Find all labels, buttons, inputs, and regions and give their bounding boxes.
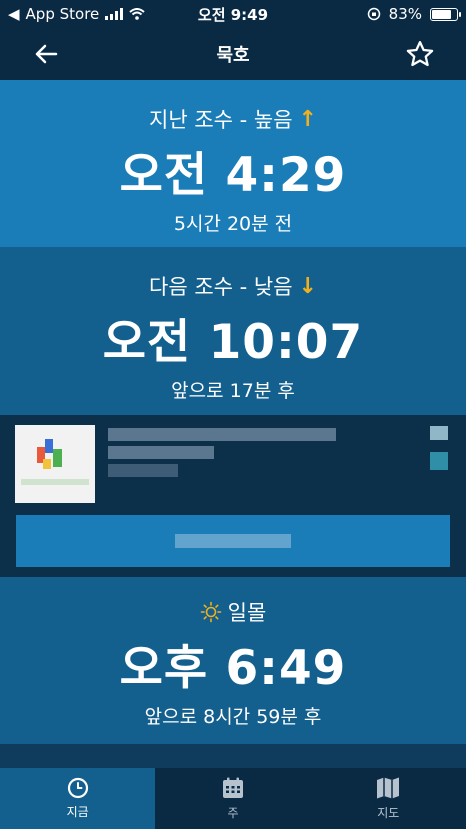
next-tide-label: 다음 조수 - 낮음 <box>149 275 293 299</box>
next-tide-panel: 다음 조수 - 낮음 ↓ 오전 10:07 앞으로 17분 후 <box>0 247 466 415</box>
nav-bar: 묵호 <box>0 28 466 80</box>
last-tide-relative: 5시간 20분 전 <box>173 213 293 235</box>
tab-map-label: 지도 <box>377 806 400 820</box>
last-tide-panel: 지난 조수 - 높음 ↑ 오전 4:29 5시간 20분 전 <box>0 80 466 247</box>
status-bar: ◀ App Store 오전 9:49 83% <box>0 0 466 28</box>
back-caret-icon[interactable]: ◀ <box>8 5 20 23</box>
sunset-time: 오후 6:49 <box>119 641 347 696</box>
sun-icon <box>200 601 221 623</box>
back-button[interactable] <box>26 34 66 74</box>
content-divider <box>0 744 466 768</box>
ad-cta-button[interactable] <box>16 515 450 567</box>
last-tide-label: 지난 조수 - 높음 <box>149 108 293 132</box>
last-tide-time: 오전 4:29 <box>119 148 347 203</box>
next-tide-time: 오전 10:07 <box>102 315 364 370</box>
status-time: 오전 9:49 <box>197 5 269 24</box>
back-app-label[interactable]: App Store <box>26 5 100 23</box>
page-title: 묵호 <box>216 45 250 66</box>
wifi-icon <box>129 8 145 20</box>
next-tide-relative: 앞으로 17분 후 <box>171 380 295 402</box>
sunset-relative: 앞으로 8시간 59분 후 <box>144 706 322 728</box>
arrow-down-icon: ↓ <box>298 273 317 299</box>
tab-map[interactable]: 지도 <box>311 768 466 829</box>
tab-now[interactable]: 지금 <box>0 768 156 829</box>
ad-choices-icon[interactable] <box>430 426 450 470</box>
arrow-left-icon <box>35 44 58 64</box>
star-outline-icon <box>406 41 434 67</box>
ad-text[interactable] <box>108 428 336 482</box>
sunset-panel: 일몰 오후 6:49 앞으로 8시간 59분 후 <box>0 577 466 744</box>
calendar-icon <box>222 777 243 798</box>
sunset-label: 일몰 <box>227 601 267 625</box>
ad-image[interactable] <box>15 425 95 503</box>
battery-percent: 83% <box>388 5 422 23</box>
clock-icon <box>67 777 88 799</box>
tab-bar: 지금 주 지도 <box>0 768 466 829</box>
arrow-up-icon: ↑ <box>298 106 317 132</box>
battery-icon <box>430 7 461 21</box>
orientation-lock-icon <box>367 7 380 21</box>
favorite-button[interactable] <box>400 34 440 74</box>
map-icon <box>377 777 400 799</box>
signal-icon <box>105 8 124 20</box>
tab-week[interactable]: 주 <box>155 768 310 829</box>
tab-week-label: 주 <box>227 806 239 820</box>
tab-now-label: 지금 <box>66 805 89 819</box>
